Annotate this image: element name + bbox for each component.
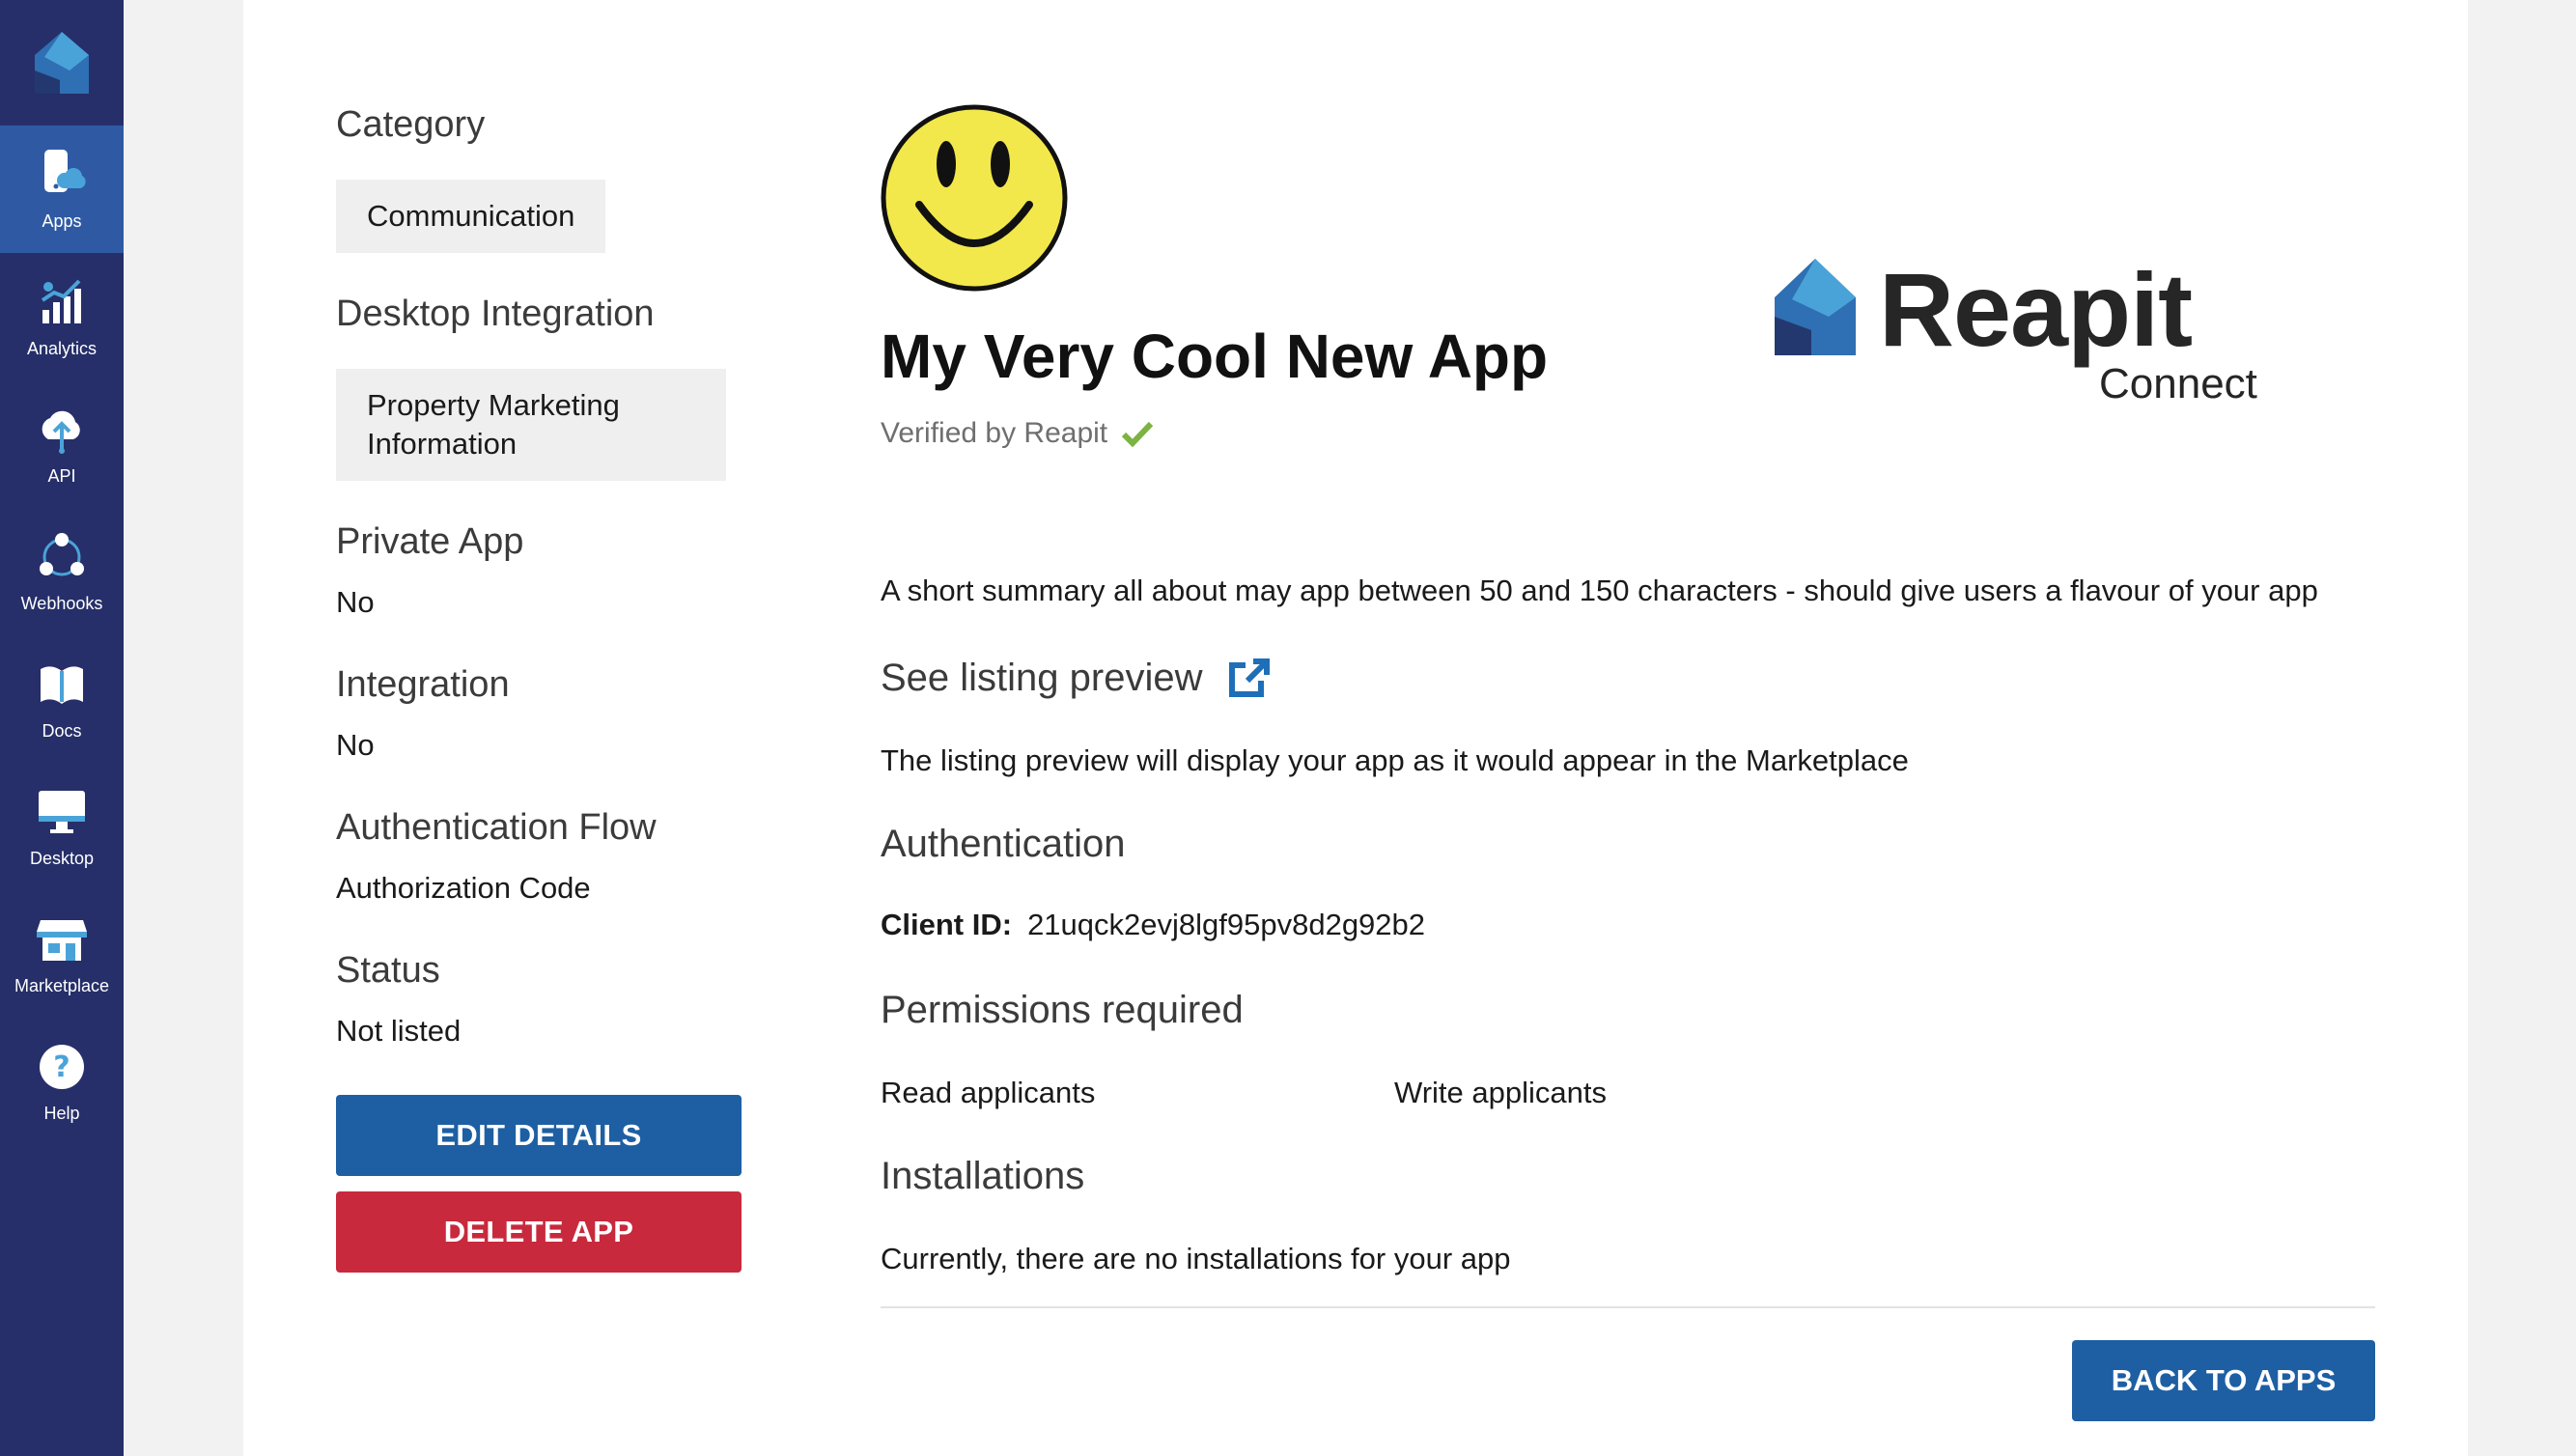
desktop-monitor-icon	[35, 785, 89, 839]
desktop-integration-title: Desktop Integration	[336, 294, 655, 334]
authentication-title: Authentication	[881, 823, 1126, 865]
sidebar-item-label: Help	[43, 1103, 80, 1123]
docs-book-icon	[35, 658, 89, 712]
brand-name: Reapit	[1879, 251, 2193, 368]
listing-preview-title: See listing preview	[881, 657, 1203, 699]
category-tag: Communication	[336, 180, 606, 253]
divider	[881, 1306, 2375, 1308]
app-icon-smiley	[881, 104, 1068, 292]
api-cloud-icon	[35, 403, 89, 457]
permission-item: Read applicants	[881, 1076, 1096, 1109]
client-id-value: 21uqck2evj8lgf95pv8d2g92b2	[1027, 908, 1426, 941]
status-value: Not listed	[336, 1014, 462, 1048]
auth-flow-title: Authentication Flow	[336, 807, 657, 848]
desktop-integration-tag: Property Marketing Information	[336, 369, 726, 481]
integration-title: Integration	[336, 664, 510, 705]
integration-value: No	[336, 728, 375, 762]
analytics-chart-icon	[35, 275, 89, 329]
sidebar-item-api[interactable]: API	[0, 380, 124, 508]
sidebar: Apps Analytics API Webhooks Docs Desktop…	[0, 0, 124, 1456]
reapit-connect-logo: Reapit Connect	[1773, 257, 2275, 411]
verified-text: Verified by Reapit	[881, 417, 1108, 449]
private-app-title: Private App	[336, 521, 524, 562]
listing-preview-link[interactable]: See listing preview	[881, 657, 1271, 700]
installations-text: Currently, there are no installations fo…	[881, 1242, 1511, 1275]
listing-preview-text: The listing preview will display your ap…	[881, 743, 1909, 777]
client-id-row: Client ID: 21uqck2evj8lgf95pv8d2g92b2	[881, 908, 1425, 942]
sidebar-item-help[interactable]: ? Help	[0, 1018, 124, 1145]
app-summary: A short summary all about may app betwee…	[881, 574, 2318, 607]
sidebar-item-marketplace[interactable]: Marketplace	[0, 890, 124, 1018]
permission-item: Write applicants	[1394, 1076, 1607, 1109]
reapit-logo[interactable]	[0, 0, 124, 126]
sidebar-item-docs[interactable]: Docs	[0, 635, 124, 763]
client-id-label: Client ID:	[881, 908, 1013, 941]
svg-text:?: ?	[53, 1050, 70, 1084]
private-app-value: No	[336, 585, 375, 619]
sidebar-item-label: API	[47, 465, 76, 486]
sidebar-item-label: Marketplace	[14, 975, 110, 995]
app-name: My Very Cool New App	[881, 322, 1549, 391]
sidebar-item-label: Docs	[42, 720, 82, 741]
sidebar-item-webhooks[interactable]: Webhooks	[0, 508, 124, 635]
installations-title: Installations	[881, 1155, 1085, 1197]
external-link-icon[interactable]	[1228, 658, 1271, 700]
sidebar-item-label: Analytics	[26, 338, 98, 358]
sidebar-item-label: Apps	[42, 210, 82, 231]
sidebar-item-apps[interactable]: Apps	[0, 126, 124, 253]
back-to-apps-button[interactable]: BACK TO APPS	[2072, 1340, 2375, 1421]
webhooks-icon	[35, 530, 89, 584]
sidebar-item-label: Webhooks	[20, 593, 103, 613]
sidebar-item-analytics[interactable]: Analytics	[0, 253, 124, 380]
brand-sub: Connect	[2099, 360, 2257, 407]
check-icon	[1121, 420, 1154, 447]
delete-app-button[interactable]: DELETE APP	[336, 1191, 742, 1273]
sidebar-item-desktop[interactable]: Desktop	[0, 763, 124, 890]
help-question-icon: ?	[35, 1040, 89, 1094]
auth-flow-value: Authorization Code	[336, 871, 591, 905]
reapit-house-icon	[1775, 259, 1856, 355]
marketplace-store-icon	[35, 912, 89, 966]
sidebar-item-label: Desktop	[29, 848, 95, 868]
category-title: Category	[336, 104, 486, 145]
verified-badge: Verified by Reapit	[881, 417, 1154, 450]
edit-details-button[interactable]: EDIT DETAILS	[336, 1095, 742, 1176]
status-title: Status	[336, 950, 440, 991]
apps-phone-cloud-icon	[35, 148, 89, 202]
permissions-title: Permissions required	[881, 989, 1244, 1031]
